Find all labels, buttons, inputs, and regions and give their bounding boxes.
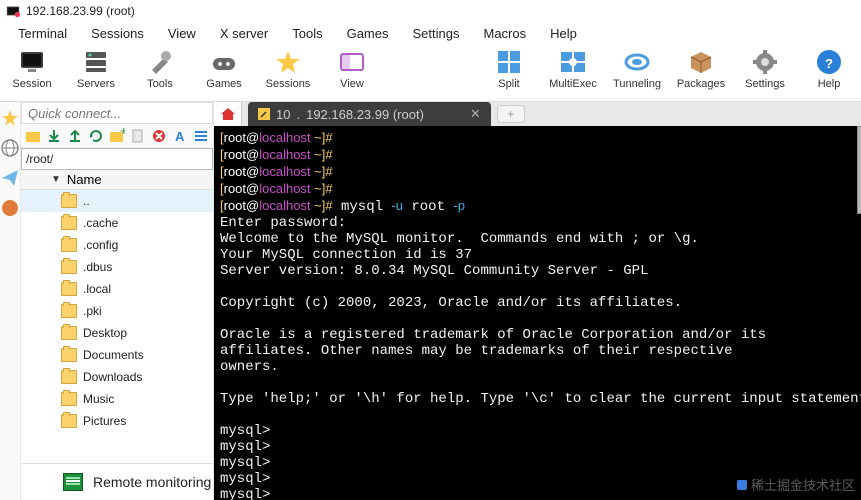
- menu-settings[interactable]: Settings: [401, 24, 472, 43]
- star-icon[interactable]: [0, 108, 20, 128]
- folder-icon: [61, 282, 77, 296]
- main-area: + A ▼Name .. .cache .config .dbus .local…: [0, 102, 861, 500]
- split-icon: [495, 48, 523, 76]
- toolbar-settings[interactable]: Settings: [739, 46, 791, 90]
- toolbar-games[interactable]: Games: [198, 46, 250, 90]
- title-bar: 192.168.23.99 (root): [0, 0, 861, 22]
- globe-icon[interactable]: [0, 138, 20, 158]
- refresh-icon[interactable]: [88, 128, 104, 144]
- toolbar-sessions[interactable]: Sessions: [262, 46, 314, 90]
- folder-icon: [61, 216, 77, 230]
- circle-icon[interactable]: [0, 198, 20, 218]
- watermark: 稀土掘金技术社区: [737, 475, 855, 494]
- menu-bar: Terminal Sessions View X server Tools Ga…: [0, 22, 861, 44]
- toolbar-servers[interactable]: Servers: [70, 46, 122, 90]
- folder-icon: [61, 260, 77, 274]
- toolbar-split[interactable]: Split: [483, 46, 535, 90]
- menu-terminal[interactable]: Terminal: [6, 24, 79, 43]
- tree-item-parent[interactable]: ..: [21, 190, 213, 212]
- svg-text:+: +: [120, 128, 125, 138]
- menu-games[interactable]: Games: [335, 24, 401, 43]
- list-icon[interactable]: [193, 128, 209, 144]
- tree-item[interactable]: Documents: [21, 344, 213, 366]
- download-icon[interactable]: [46, 128, 62, 144]
- menu-tools[interactable]: Tools: [280, 24, 334, 43]
- gear-icon: [751, 48, 779, 76]
- view-icon: [338, 48, 366, 76]
- folder-icon: [61, 194, 77, 208]
- quick-connect-input[interactable]: [21, 102, 213, 124]
- terminal-scrollbar[interactable]: [857, 126, 861, 214]
- tree-item[interactable]: .cache: [21, 212, 213, 234]
- folder-icon: [61, 348, 77, 362]
- menu-xserver[interactable]: X server: [208, 24, 280, 43]
- monitor-icon: [63, 473, 83, 491]
- upload-icon[interactable]: [67, 128, 83, 144]
- help-icon: ?: [815, 48, 843, 76]
- new-tab-button[interactable]: +: [497, 105, 525, 123]
- tree-header[interactable]: ▼Name: [21, 170, 213, 190]
- games-icon: [210, 48, 238, 76]
- window-title: 192.168.23.99 (root): [26, 4, 135, 18]
- package-icon: [687, 48, 715, 76]
- tree-item[interactable]: .pki: [21, 300, 213, 322]
- tunnel-icon: [623, 48, 651, 76]
- sftp-panel: + A ▼Name .. .cache .config .dbus .local…: [21, 102, 214, 500]
- tab-active[interactable]: 10.192.168.23.99 (root) ✕: [248, 102, 491, 126]
- menu-macros[interactable]: Macros: [471, 24, 538, 43]
- toolbar-view[interactable]: View: [326, 46, 378, 90]
- tree-item[interactable]: .dbus: [21, 256, 213, 278]
- sidebar-strip: [0, 102, 21, 500]
- toolbar-multiexec[interactable]: MultiExec: [547, 46, 599, 90]
- tree-item[interactable]: Music: [21, 388, 213, 410]
- tree-item[interactable]: Pictures: [21, 410, 213, 432]
- menu-sessions[interactable]: Sessions: [79, 24, 156, 43]
- menu-help[interactable]: Help: [538, 24, 589, 43]
- servers-icon: [82, 48, 110, 76]
- terminal-panel: 10.192.168.23.99 (root) ✕ + [root@localh…: [214, 102, 861, 500]
- star-icon: [274, 48, 302, 76]
- toolbar-help[interactable]: ?Help: [803, 46, 855, 90]
- tree-item[interactable]: .local: [21, 278, 213, 300]
- menu-view[interactable]: View: [156, 24, 208, 43]
- toolbar-packages[interactable]: Packages: [675, 46, 727, 90]
- monitor-icon: [18, 48, 46, 76]
- new-file-icon[interactable]: [130, 128, 146, 144]
- wrench-icon: [258, 108, 270, 120]
- toolbar-tunneling[interactable]: Tunneling: [611, 46, 663, 90]
- folder-icon: [61, 370, 77, 384]
- svg-text:A: A: [175, 129, 185, 144]
- folder-icon[interactable]: [25, 128, 41, 144]
- toolbar-session[interactable]: Session: [6, 46, 58, 90]
- tree-item[interactable]: Desktop: [21, 322, 213, 344]
- svg-text:?: ?: [825, 56, 833, 71]
- toolbar-tools[interactable]: Tools: [134, 46, 186, 90]
- tree-item[interactable]: .config: [21, 234, 213, 256]
- text-icon[interactable]: A: [172, 128, 188, 144]
- folder-icon: [61, 238, 77, 252]
- send-icon[interactable]: [0, 168, 20, 188]
- remote-monitoring[interactable]: Remote monitoring: [21, 464, 213, 500]
- file-tree[interactable]: .. .cache .config .dbus .local .pki Desk…: [21, 190, 213, 464]
- delete-icon[interactable]: [151, 128, 167, 144]
- home-icon: [220, 107, 236, 121]
- tree-item[interactable]: Downloads: [21, 366, 213, 388]
- collapse-icon[interactable]: ▼: [51, 174, 61, 185]
- toolbar: Session Servers Tools Games Sessions Vie…: [0, 44, 861, 102]
- tools-icon: [146, 48, 174, 76]
- path-input[interactable]: [21, 148, 213, 170]
- new-folder-icon[interactable]: +: [109, 128, 125, 144]
- close-icon[interactable]: ✕: [470, 106, 481, 122]
- app-icon: [6, 4, 20, 18]
- sftp-toolbar: + A: [21, 124, 213, 148]
- tab-home[interactable]: [214, 102, 242, 126]
- multiexec-icon: [559, 48, 587, 76]
- terminal[interactable]: [root@localhost ~]# [root@localhost ~]# …: [214, 126, 861, 500]
- tab-bar: 10.192.168.23.99 (root) ✕ +: [214, 102, 861, 126]
- folder-icon: [61, 414, 77, 428]
- folder-icon: [61, 392, 77, 406]
- folder-icon: [61, 304, 77, 318]
- folder-icon: [61, 326, 77, 340]
